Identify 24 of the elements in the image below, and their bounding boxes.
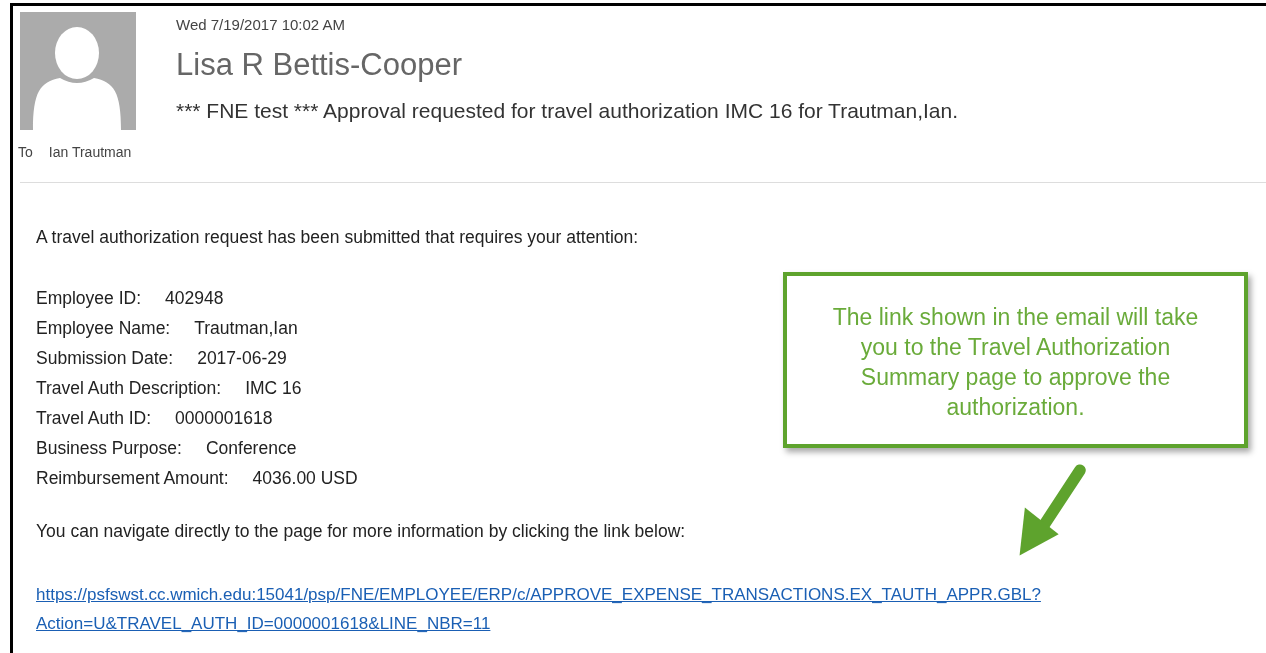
field-value: Trautman,Ian: [194, 318, 298, 339]
email-subject: *** FNE test *** Approval requested for travel authorization IMC 16 for Trautman,Ian.: [176, 99, 959, 123]
field-value: 0000001618: [175, 408, 273, 429]
field-label: Business Purpose:: [36, 438, 182, 459]
field-label: Reimbursement Amount:: [36, 468, 229, 489]
to-label: To: [18, 144, 33, 160]
field-value: 402948: [165, 288, 224, 309]
field-value: Conference: [205, 438, 297, 459]
sent-date: Wed 7/19/2017 10:02 AM: [176, 16, 345, 33]
sender-name: Lisa R Bettis-Cooper: [176, 47, 462, 83]
field-label: Submission Date:: [36, 348, 174, 369]
intro-text: A travel authorization request has been submitted that requires your attention:: [36, 227, 639, 248]
field-label: Employee ID:: [36, 288, 142, 309]
recipient-name: Ian Trautman: [48, 144, 132, 160]
field-label: Travel Auth Description:: [36, 378, 222, 399]
navigate-text: You can navigate directly to the page for more information by clicking the link below:: [36, 521, 686, 542]
field-value: 4036.00 USD: [252, 468, 358, 489]
callout-box: The link shown in the email will take you to the Travel Authorization Summary page to approve the authorization.: [783, 272, 1248, 448]
approval-link[interactable]: https://psfswst.cc.wmich.edu:15041/psp/FNE/EMPLOYEE/ERP/c/APPROVE_EXPENSE_TRANSACTIONS.EX_TAUTH_APPR.GBL? Action=U&TRAVEL_AUTH_ID=0000001618&LINE_NBR=11: [36, 580, 1041, 638]
field-value: 2017-06-29: [197, 348, 287, 369]
field-label: Employee Name:: [36, 318, 171, 339]
field-value: IMC 16: [245, 378, 302, 399]
field-label: Travel Auth ID:: [36, 408, 152, 429]
avatar-icon: [20, 12, 136, 130]
